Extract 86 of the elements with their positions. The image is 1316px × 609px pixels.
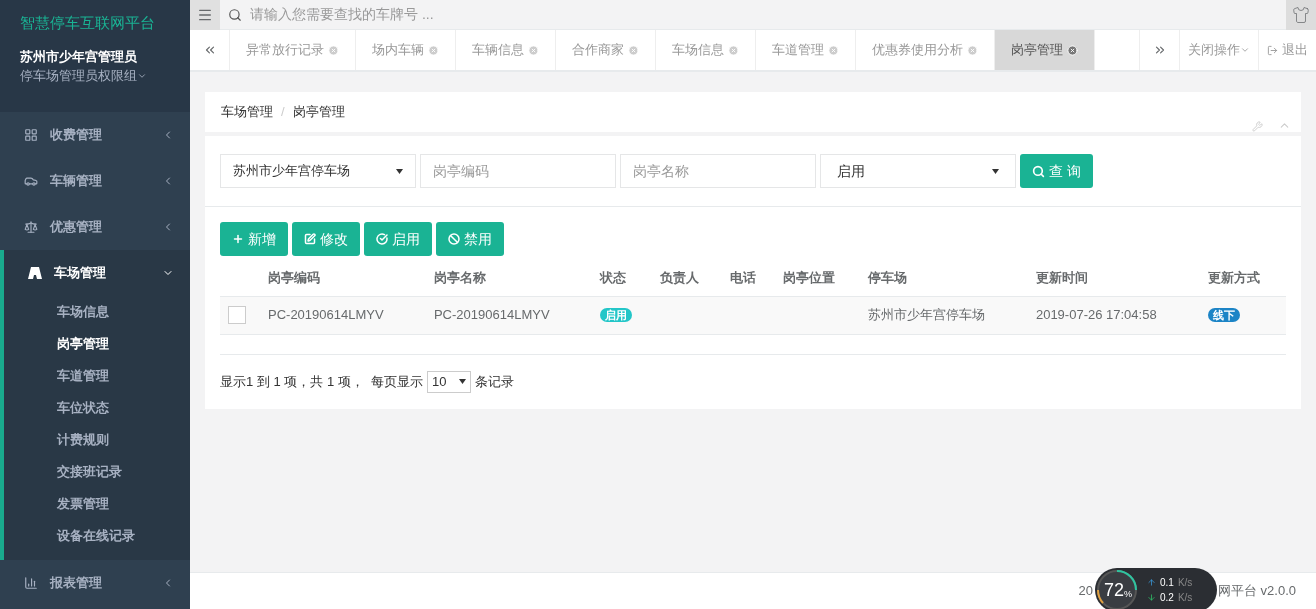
menu-button[interactable]: [190, 0, 220, 30]
pagination-summary: 显示1 到 1 项，共 1 项， 每页显示: [220, 372, 423, 391]
status-badge: 启用: [599, 308, 632, 323]
download-speed: 0.2 K/s: [1147, 590, 1193, 605]
submenu-item[interactable]: 车道管理: [4, 360, 190, 392]
submenu-item[interactable]: 岗亭管理: [4, 328, 190, 360]
user-role[interactable]: 停车场管理员权限组: [20, 66, 170, 86]
caret-icon: [1240, 45, 1250, 55]
submenu-item[interactable]: 车场信息: [4, 296, 190, 328]
status-select[interactable]: 启用: [820, 154, 1016, 188]
down-arrow-icon: [1147, 593, 1156, 602]
pagination-suffix: 条记录: [475, 372, 514, 391]
up-arrow-icon: [1147, 578, 1156, 587]
column-header: 更新方式: [1200, 260, 1286, 296]
page-tab[interactable]: 岗亭管理: [995, 30, 1095, 70]
page-tab[interactable]: 合作商家: [556, 30, 656, 70]
close-icon[interactable]: [1067, 44, 1078, 56]
search-field[interactable]: 请输入您需要查找的车牌号 ...: [250, 4, 1278, 25]
column-header: 状态: [591, 260, 653, 296]
gauge-icon: [1095, 568, 1139, 609]
footer-text: 20: [1078, 582, 1093, 601]
column-header: 更新时间: [1027, 260, 1201, 296]
column-header: 电话: [721, 260, 775, 296]
caret-icon: [992, 168, 999, 174]
table-cell: PC-20190614LMYV: [433, 307, 550, 323]
sidebar-item[interactable]: 车辆管理: [0, 158, 190, 204]
sidebar-item[interactable]: 收费管理: [0, 112, 190, 158]
action-button[interactable]: 禁用: [436, 222, 504, 256]
brand-title: 智慧停车互联网平台: [20, 13, 156, 33]
search-icon: [1032, 164, 1045, 178]
breadcrumb-separator: /: [281, 103, 285, 122]
logout-button[interactable]: 退出: [1258, 30, 1316, 70]
car-icon: [24, 174, 38, 188]
name-field[interactable]: 岗亭名称: [620, 154, 816, 188]
footer-text: 网平台 v2.0.0: [1217, 582, 1296, 601]
page-tab[interactable]: 场内车辆: [356, 30, 456, 70]
page-tab[interactable]: 车道管理: [756, 30, 856, 70]
breadcrumb-current: 岗亭管理: [292, 103, 345, 122]
page-size-select[interactable]: 10: [427, 370, 471, 393]
method-badge: 线下: [1208, 308, 1241, 323]
edit-icon: [304, 233, 316, 245]
column-header: 岗亭名称: [425, 260, 592, 296]
close-ops-button[interactable]: 关闭操作: [1179, 30, 1258, 70]
upload-speed: 0.1 K/s: [1147, 575, 1193, 590]
grid-icon: [24, 128, 38, 142]
action-button[interactable]: 修改: [292, 222, 360, 256]
scale-icon: [24, 220, 38, 234]
percent-reading: 72%: [1104, 580, 1133, 600]
submenu-item[interactable]: 车位状态: [4, 392, 190, 424]
bar-chart-icon: [24, 576, 38, 590]
page-tab[interactable]: 异常放行记录: [230, 30, 356, 70]
submenu-item[interactable]: 计费规则: [4, 424, 190, 456]
page-tab[interactable]: 车场信息: [656, 30, 756, 70]
logout-icon: [1267, 44, 1278, 56]
column-header: 负责人: [652, 260, 722, 296]
road-icon: [28, 267, 42, 279]
sidebar-item[interactable]: 报表管理: [0, 560, 190, 606]
wrench-icon[interactable]: [1252, 121, 1263, 132]
submenu-item[interactable]: 交接班记录: [4, 456, 190, 488]
sidebar-item[interactable]: 车场管理: [4, 250, 190, 296]
ban-icon: [448, 233, 460, 245]
plus-icon: [232, 233, 244, 245]
column-header: 停车场: [860, 260, 1028, 296]
shirt-icon: [1292, 5, 1310, 24]
column-header: 岗亭编码: [260, 260, 426, 296]
row-checkbox[interactable]: [228, 306, 246, 324]
table-cell: 2019-07-26 17:04:58: [1035, 307, 1157, 323]
sidebar-item[interactable]: 优惠管理: [0, 204, 190, 250]
table-cell: 苏州市少年宫停车场: [868, 307, 986, 323]
caret-icon: [459, 379, 466, 384]
skin-button[interactable]: [1286, 0, 1316, 30]
action-button[interactable]: 新增: [220, 222, 288, 256]
user-name: 苏州市少年宫管理员: [20, 47, 138, 66]
check-icon: [376, 233, 388, 245]
action-button[interactable]: 启用: [364, 222, 432, 256]
query-button[interactable]: 查 询: [1020, 154, 1093, 188]
caret-icon: [396, 168, 403, 174]
table-cell: PC-20190614LMYV: [268, 307, 384, 323]
page-tab[interactable]: 车辆信息: [456, 30, 556, 70]
column-header: 岗亭位置: [774, 260, 861, 296]
submenu-item[interactable]: 设备在线记录: [4, 520, 190, 552]
breadcrumb-link[interactable]: 车场管理: [221, 102, 273, 122]
lot-select[interactable]: 苏州市少年宫停车场: [220, 154, 416, 188]
code-field[interactable]: 岗亭编码: [420, 154, 616, 188]
submenu-item[interactable]: 发票管理: [4, 488, 190, 520]
search-icon: [228, 7, 242, 22]
